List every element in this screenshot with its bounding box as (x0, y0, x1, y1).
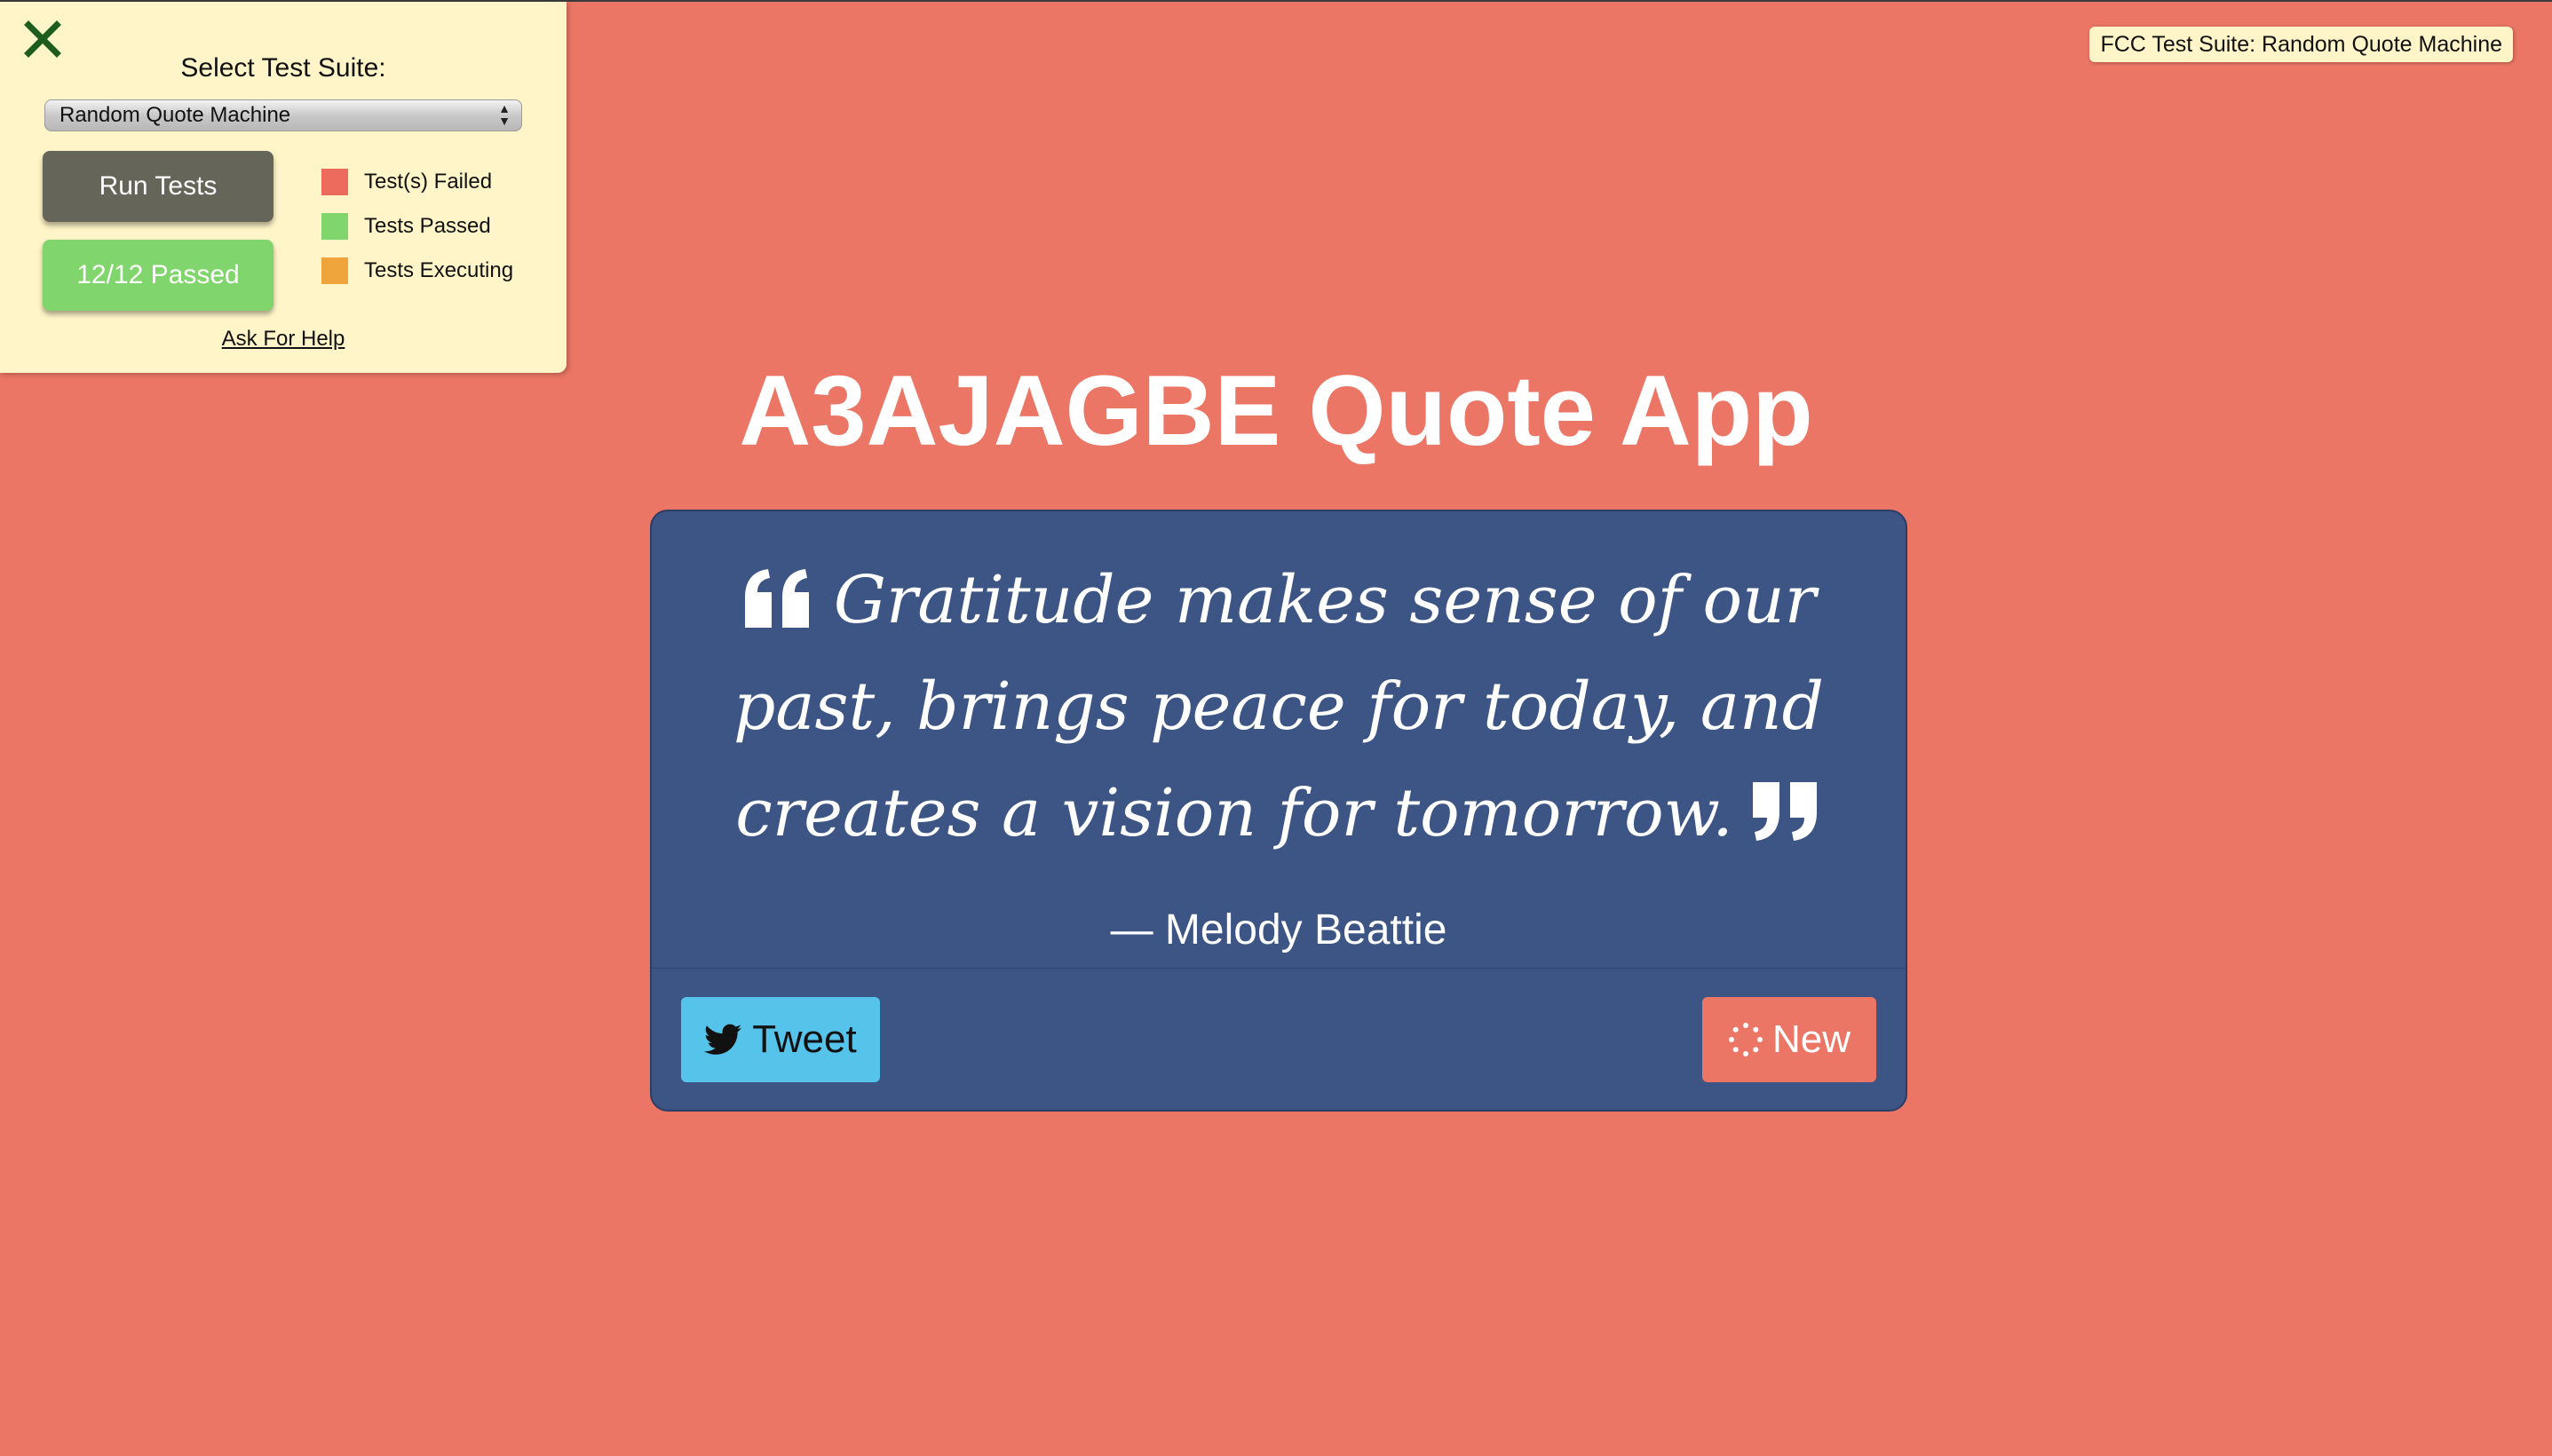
legend-executing: Tests Executing (321, 257, 513, 284)
fcc-test-panel: Select Test Suite: Random Quote Machine … (0, 2, 567, 373)
quote-author: — Melody Beattie (1110, 906, 1447, 954)
quote-container: Gratitude makes sense of our past, bring… (705, 547, 1852, 866)
passed-swatch (321, 213, 348, 240)
divider (652, 968, 1906, 969)
quote-text: Gratitude makes sense of our past, bring… (733, 562, 1824, 851)
open-quote-icon (744, 569, 809, 628)
legend-passed: Tests Passed (321, 213, 491, 240)
new-label: New (1771, 1017, 1851, 1061)
spinner-icon (1728, 1023, 1763, 1056)
close-quote-icon (1752, 782, 1817, 841)
test-suite-select[interactable]: Random Quote Machine ▲ ▼ (44, 99, 522, 131)
tweet-button[interactable]: Tweet (681, 997, 880, 1082)
fcc-test-suite-badge[interactable]: FCC Test Suite: Random Quote Machine (2089, 27, 2513, 62)
tweet-label: Tweet (752, 1017, 857, 1061)
tests-passed-button[interactable]: 12/12 Passed (43, 240, 273, 311)
legend-failed: Test(s) Failed (321, 169, 492, 195)
run-tests-button[interactable]: Run Tests (43, 151, 273, 222)
twitter-icon (704, 1024, 742, 1055)
new-quote-button[interactable]: New (1702, 997, 1876, 1082)
select-test-suite-label: Select Test Suite: (180, 53, 386, 83)
page-title: A3AJAGBE Quote App (739, 355, 1813, 466)
legend-failed-label: Test(s) Failed (364, 170, 493, 194)
test-suite-selected-value: Random Quote Machine (59, 103, 291, 127)
executing-swatch (321, 257, 348, 284)
quote-box: Gratitude makes sense of our past, bring… (650, 510, 1907, 1112)
legend-executing-label: Tests Executing (364, 258, 514, 282)
ask-for-help-link[interactable]: Ask For Help (0, 327, 567, 352)
failed-swatch (321, 169, 348, 195)
legend-passed-label: Tests Passed (364, 214, 491, 238)
select-arrows-icon: ▲ ▼ (498, 101, 511, 128)
